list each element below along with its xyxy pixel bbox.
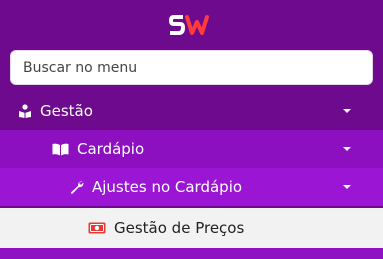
menu-item-cardapio[interactable]: Cardápio [0, 130, 383, 168]
menu-item-ajustes-no-cardapio[interactable]: Ajustes no Cardápio [0, 168, 383, 206]
menu-item-gestao-de-precos[interactable]: Gestão de Preços [0, 208, 383, 248]
wrench-icon [70, 180, 84, 194]
menu-item-gestao[interactable]: Gestão [0, 92, 383, 130]
menu-item-label: Ajustes no Cardápio [92, 178, 243, 196]
sw-logo-icon [168, 15, 209, 35]
search-box [10, 50, 373, 85]
sidebar: Gestão Cardápio Ajustes no Cardápio [0, 0, 383, 259]
chevron-down-icon [343, 147, 351, 151]
brand-logo[interactable] [0, 12, 383, 38]
next-menu-item-edge [0, 248, 383, 259]
person-book-icon [18, 104, 32, 118]
menu-item-label: Gestão de Preços [114, 219, 245, 237]
chevron-down-icon [343, 109, 351, 113]
menu-item-label: Cardápio [77, 140, 145, 158]
search-input[interactable] [10, 50, 373, 85]
money-bill-icon [88, 222, 106, 234]
menu-item-label: Gestão [40, 102, 93, 120]
chevron-down-icon [343, 185, 351, 189]
open-book-icon [52, 143, 69, 156]
